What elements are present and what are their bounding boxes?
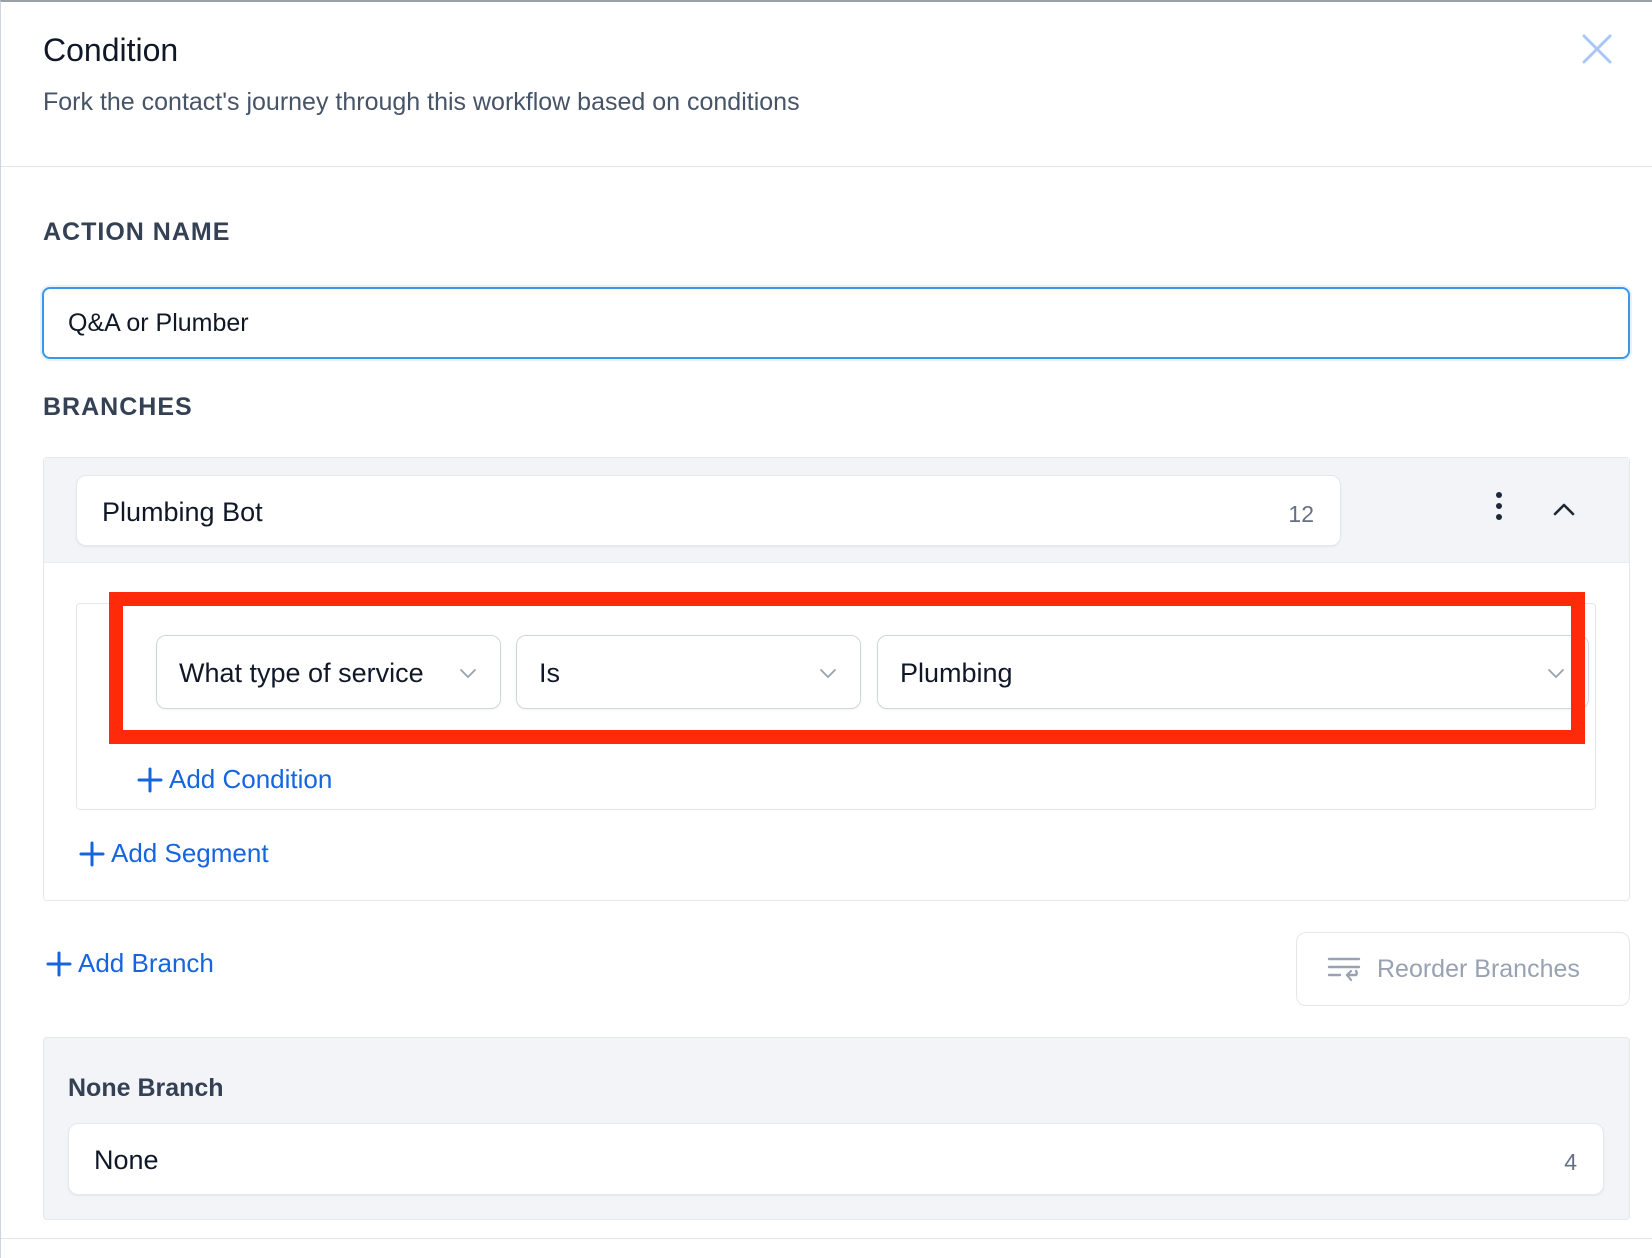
action-name-input[interactable] [42, 287, 1630, 359]
condition-field-select[interactable]: What type of service [156, 635, 501, 709]
condition-operator-value: Is [539, 658, 561, 688]
add-segment-button[interactable]: Add Segment [79, 838, 269, 869]
none-branch-name-field[interactable]: None 4 [68, 1123, 1604, 1195]
add-segment-label: Add Segment [111, 838, 269, 868]
reorder-branches-label: Reorder Branches [1377, 954, 1580, 983]
close-button[interactable] [1580, 32, 1614, 66]
add-branch-label: Add Branch [78, 948, 214, 978]
footer-divider [1, 1238, 1652, 1239]
panel-header: Condition Fork the contact's journey thr… [1, 2, 1652, 167]
condition-field-value: What type of service [179, 658, 424, 688]
branch-contact-count: 12 [1288, 501, 1314, 527]
branch-card: Plumbing Bot 12 What type of service Is … [43, 457, 1630, 901]
panel-subtitle: Fork the contact's journey through this … [43, 88, 800, 116]
more-options-icon[interactable] [1492, 492, 1506, 528]
add-condition-label: Add Condition [169, 764, 333, 794]
plus-icon [46, 951, 72, 976]
none-branch-contact-count: 4 [1564, 1149, 1577, 1175]
branch-header: Plumbing Bot 12 [44, 458, 1629, 563]
none-branch-card: None Branch None 4 [43, 1037, 1630, 1220]
branch-name-value: Plumbing Bot [102, 497, 263, 527]
action-name-label: ACTION NAME [43, 218, 231, 246]
plus-icon [79, 841, 105, 866]
chevron-down-icon [820, 669, 836, 678]
none-branch-name-value: None [94, 1145, 159, 1175]
condition-operator-select[interactable]: Is [516, 635, 861, 709]
add-branch-button[interactable]: Add Branch [46, 948, 214, 979]
close-icon [1582, 34, 1612, 64]
reorder-icon [1327, 957, 1361, 982]
panel-title: Condition [43, 32, 179, 68]
add-condition-button[interactable]: Add Condition [137, 764, 332, 795]
plus-icon [137, 767, 163, 792]
reorder-branches-button[interactable]: Reorder Branches [1296, 932, 1630, 1006]
condition-value-select[interactable]: Plumbing [877, 635, 1589, 709]
chevron-down-icon [460, 669, 476, 678]
chevron-down-icon [1548, 669, 1564, 678]
collapse-branch-button[interactable] [1549, 494, 1579, 524]
condition-panel: Condition Fork the contact's journey thr… [0, 0, 1652, 1258]
chevron-up-icon [1553, 503, 1575, 516]
branches-label: BRANCHES [43, 393, 193, 421]
condition-value-value: Plumbing [900, 658, 1013, 688]
none-branch-label: None Branch [68, 1074, 224, 1102]
segment-card: What type of service Is Plumbing Add Con… [76, 603, 1596, 810]
branch-name-field[interactable]: Plumbing Bot 12 [76, 475, 1341, 546]
